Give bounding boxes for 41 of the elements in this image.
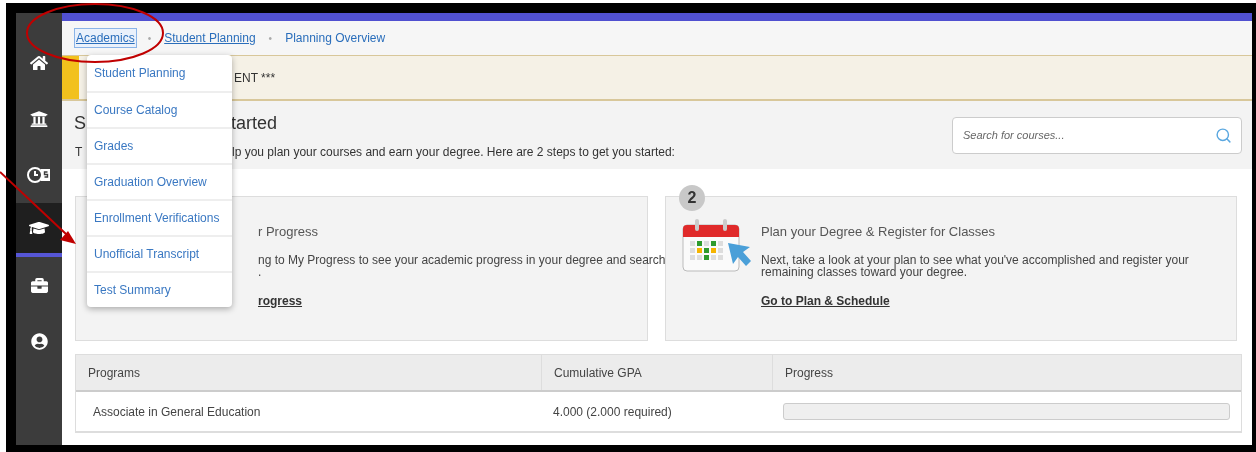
- table-cell-text: Associate in General Education: [92, 403, 262, 421]
- briefcase-icon: [30, 276, 48, 294]
- breadcrumb-link[interactable]: Student Planning: [163, 29, 257, 47]
- separator-dot: •: [268, 31, 273, 46]
- bank-icon: [30, 110, 48, 128]
- breadcrumb-link[interactable]: Planning Overview: [284, 29, 387, 47]
- card-title: r Progress: [258, 223, 319, 241]
- menu-item[interactable]: Course Catalog: [87, 91, 232, 127]
- breadcrumb-link[interactable]: Academics: [75, 29, 136, 47]
- menu-item[interactable]: Enrollment Verifications: [87, 199, 232, 235]
- separator-dot: •: [147, 31, 152, 46]
- table-cell-text: 4.000 (2.000 required): [552, 403, 673, 421]
- intro-text: lp you plan your courses and earn your degree. Here are 2 steps to get you started:: [232, 143, 676, 161]
- menu-item[interactable]: Grades: [87, 127, 232, 163]
- page-title: S: [74, 111, 86, 135]
- menu-item[interactable]: Student Planning: [87, 55, 232, 91]
- column-header: Programs: [87, 364, 141, 382]
- menu-item[interactable]: Test Summary: [87, 271, 232, 307]
- card-text: ng to My Progress to see your academic progress in your degree and search: [258, 253, 666, 266]
- menu-item[interactable]: Graduation Overview: [87, 163, 232, 199]
- card-link[interactable]: Go to Plan & Schedule: [761, 291, 890, 310]
- card-text: remaining classes toward your degree.: [761, 265, 969, 278]
- intro-text: T: [75, 143, 83, 161]
- page-title: tarted: [231, 111, 279, 135]
- column-header: Progress: [772, 355, 1241, 390]
- column-header: Cumulative GPA: [541, 355, 772, 390]
- menu-item[interactable]: Unofficial Transcript: [87, 235, 232, 271]
- home-icon: [30, 54, 48, 72]
- warning-block: [62, 56, 79, 99]
- card-text: Next, take a look at your plan to see what you've accomplished and register your: [761, 253, 1189, 266]
- search-icon: [1215, 126, 1232, 144]
- notice-text: ENT ***: [234, 69, 276, 87]
- calendar-icon: [682, 217, 752, 273]
- step-badge: 2: [679, 185, 705, 211]
- card-title: Plan your Degree & Register for Classes: [761, 223, 997, 241]
- user-icon: [30, 332, 48, 350]
- card-link[interactable]: rogress: [258, 291, 303, 310]
- search-field[interactable]: Search for courses...: [952, 116, 1242, 154]
- clock-dollar-icon: [27, 166, 51, 184]
- sidebar-item[interactable]: [16, 203, 62, 257]
- card-text: .: [258, 265, 262, 278]
